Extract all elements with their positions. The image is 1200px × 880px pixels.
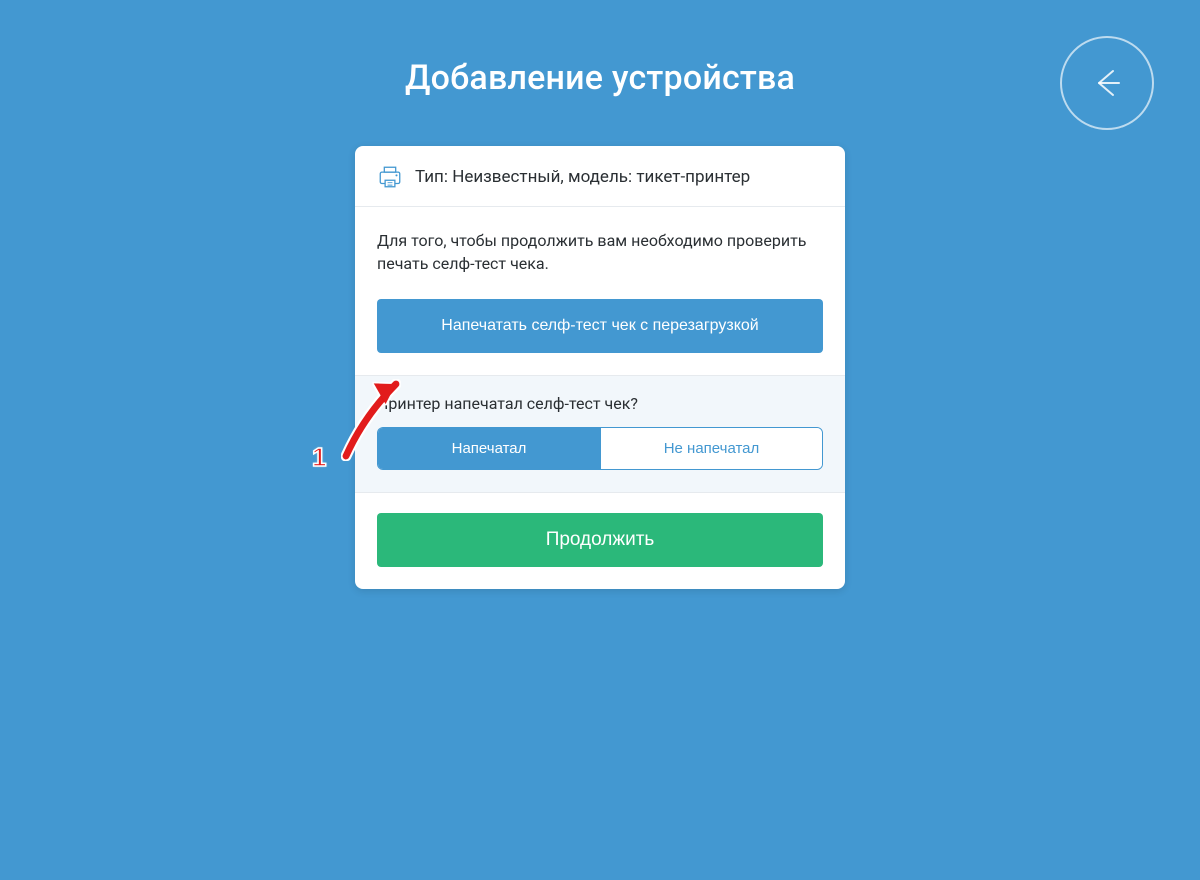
continue-button[interactable]: Продолжить [377,513,823,567]
page-title: Добавление устройства [0,0,1200,98]
device-info-text: Тип: Неизвестный, модель: тикет-принтер [415,166,750,188]
section-question: Принтер напечатал селф-тест чек? Напечат… [355,375,845,493]
arrow-left-icon [1087,63,1127,103]
printer-icon [377,164,403,190]
instruction-text: Для того, чтобы продолжить вам необходим… [377,229,823,275]
annotation-step-number: 1 [312,442,326,473]
option-not-printed[interactable]: Не напечатал [600,428,822,469]
print-selftest-button[interactable]: Напечатать селф-тест чек с перезагрузкой [377,299,823,353]
section-check: Для того, чтобы продолжить вам необходим… [355,207,845,375]
card-header: Тип: Неизвестный, модель: тикет-принтер [355,146,845,207]
device-card: Тип: Неизвестный, модель: тикет-принтер … [355,146,845,589]
option-printed[interactable]: Напечатал [378,428,600,469]
section-continue: Продолжить [355,493,845,589]
back-button[interactable] [1060,36,1154,130]
question-text: Принтер напечатал селф-тест чек? [377,394,823,413]
print-result-segmented: Напечатал Не напечатал [377,427,823,470]
